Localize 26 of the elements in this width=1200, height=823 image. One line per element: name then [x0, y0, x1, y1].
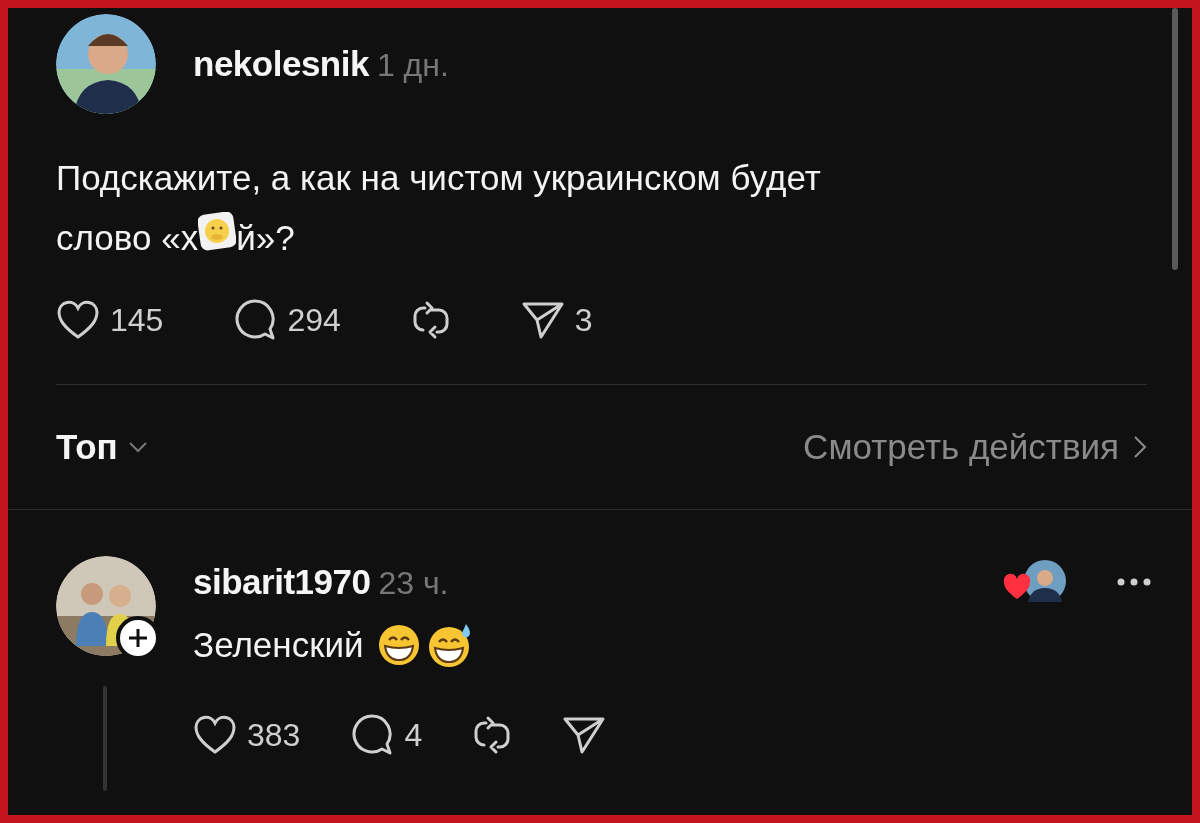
more-options-icon[interactable] — [1117, 578, 1151, 587]
post-text: Подскажите, а как на чистом украинском будет — [56, 157, 822, 199]
chevron-down-icon — [127, 441, 148, 453]
scrollbar[interactable] — [1172, 8, 1178, 270]
sort-dropdown[interactable]: Топ — [56, 420, 148, 474]
reply-button[interactable]: 4 — [350, 710, 423, 759]
like-button[interactable]: 145 — [56, 296, 164, 344]
send-icon — [520, 300, 565, 340]
username[interactable]: nekolesnik — [193, 37, 369, 91]
share-button[interactable]: 3 — [520, 296, 593, 344]
chevron-right-icon — [1133, 435, 1147, 459]
speech-bubble-icon — [350, 712, 395, 757]
speech-bubble-icon — [233, 298, 278, 342]
heart-icon — [193, 714, 237, 755]
view-activity-link[interactable]: Смотреть действия — [803, 420, 1147, 474]
post-text: слово «х — [56, 217, 199, 259]
reply-button[interactable]: 294 — [233, 296, 341, 344]
emoji-sticker-icon — [198, 212, 237, 252]
post-time: 1 дн. — [376, 45, 449, 85]
username[interactable]: sibarit1970 — [193, 556, 371, 609]
reply-text: Зеленский — [193, 623, 364, 666]
grinning-emoji-icon — [377, 623, 420, 666]
post-text: й»? — [236, 217, 295, 259]
heart-icon — [56, 300, 100, 340]
like-button[interactable]: 383 — [193, 710, 301, 759]
post-time: 23 ч. — [378, 564, 449, 603]
